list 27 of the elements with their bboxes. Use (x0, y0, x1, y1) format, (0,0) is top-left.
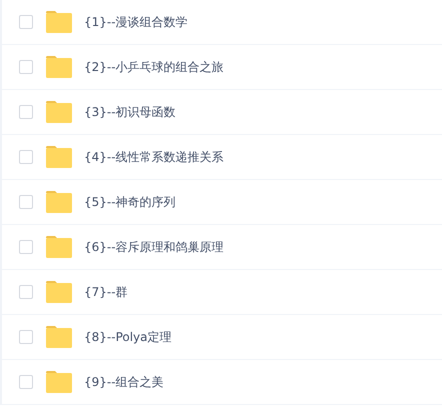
folder-name[interactable]: {3}--初识母函数 (84, 103, 176, 121)
folder-name[interactable]: {2}--小乒乓球的组合之旅 (84, 58, 224, 76)
folder-name[interactable]: {8}--Polya定理 (84, 328, 172, 346)
checkbox[interactable] (19, 240, 33, 254)
checkbox[interactable] (19, 195, 33, 209)
folder-icon (46, 146, 72, 168)
checkbox[interactable] (19, 330, 33, 344)
folder-icon (46, 281, 72, 303)
checkbox[interactable] (19, 375, 33, 389)
folder-name[interactable]: {6}--容斥原理和鸽巢原理 (84, 238, 224, 256)
folder-icon (46, 191, 72, 213)
checkbox[interactable] (19, 105, 33, 119)
folder-name[interactable]: {4}--线性常系数递推关系 (84, 148, 224, 166)
folder-name[interactable]: {1}--漫谈组合数学 (84, 13, 188, 31)
folder-name[interactable]: {7}--群 (84, 283, 128, 301)
checkbox[interactable] (19, 150, 33, 164)
folder-icon (46, 11, 72, 33)
folder-icon (46, 101, 72, 123)
checkbox[interactable] (19, 60, 33, 74)
folder-icon (46, 371, 72, 393)
checkbox[interactable] (19, 285, 33, 299)
folder-icon (46, 326, 72, 348)
folder-icon (46, 56, 72, 78)
folder-name[interactable]: {9}--组合之美 (84, 373, 164, 391)
folder-icon (46, 236, 72, 258)
checkbox[interactable] (19, 15, 33, 29)
folder-name[interactable]: {5}--神奇的序列 (84, 193, 176, 211)
